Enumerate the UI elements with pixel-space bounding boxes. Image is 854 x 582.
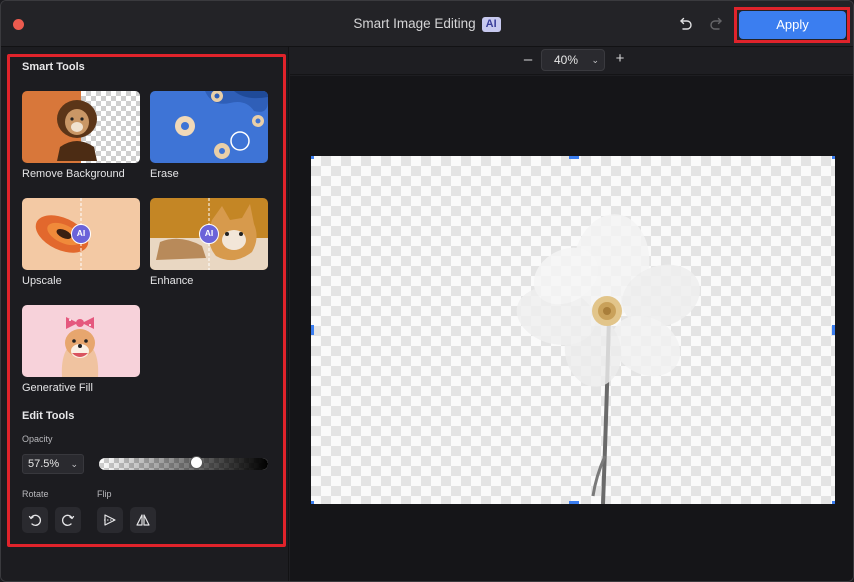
resize-handle-bottom-left[interactable]	[311, 501, 314, 504]
flower-image	[516, 214, 700, 504]
tool-remove-background[interactable]: Remove Background	[22, 91, 142, 180]
apply-button[interactable]: Apply	[739, 11, 846, 39]
chevron-down-icon: ⌄	[591, 55, 599, 65]
app-window: Smart Image Editing AI Apply Smart Tools	[0, 0, 854, 582]
ai-badge: AI	[481, 17, 501, 32]
flip-vertical-button[interactable]	[130, 507, 156, 533]
redo-button[interactable]	[707, 13, 727, 33]
upscale-thumbnail: AI	[22, 198, 140, 270]
tool-generative-fill[interactable]: Generative Fill	[22, 305, 142, 394]
flip-vertical-icon	[136, 514, 150, 526]
zoom-in-button[interactable]: +	[613, 50, 627, 67]
rotate-right-icon	[62, 514, 75, 526]
flip-horizontal-button[interactable]	[97, 507, 123, 533]
ai-badge-icon: AI	[199, 224, 219, 244]
resize-handle-bottom-right[interactable]	[832, 501, 835, 504]
flip-horizontal-icon	[104, 514, 116, 526]
zoom-out-button[interactable]: –	[521, 51, 535, 68]
remove-background-thumbnail	[22, 91, 140, 163]
undo-button[interactable]	[675, 13, 695, 33]
enhance-thumbnail: AI	[150, 198, 268, 270]
opacity-slider-handle[interactable]	[189, 456, 203, 469]
erase-thumbnail	[150, 91, 268, 163]
canvas-area	[290, 76, 853, 581]
rotate-left-button[interactable]	[22, 507, 48, 533]
edit-tools-title: Edit Tools	[22, 410, 75, 422]
window-title-text: Smart Image Editing	[353, 16, 476, 31]
image-canvas[interactable]	[311, 156, 835, 504]
tool-label: Enhance	[150, 275, 194, 287]
rotate-label: Rotate	[22, 489, 49, 499]
tool-label: Erase	[150, 168, 179, 180]
tool-label: Upscale	[22, 275, 62, 287]
tool-upscale[interactable]: AI Upscale	[22, 198, 142, 287]
tool-erase[interactable]: Erase	[150, 91, 270, 180]
sidebar: Smart Tools Remove Background Erase AI U…	[1, 47, 289, 581]
resize-handle-left[interactable]	[311, 325, 314, 335]
opacity-label: Opacity	[22, 434, 53, 444]
chevron-down-icon: ⌄	[70, 459, 78, 469]
flip-label: Flip	[97, 489, 112, 499]
resize-handle-right[interactable]	[832, 325, 835, 335]
rotate-right-button[interactable]	[55, 507, 81, 533]
resize-handle-top-right[interactable]	[832, 156, 835, 159]
opacity-select[interactable]: 57.5% ⌄	[22, 454, 84, 474]
ai-badge-icon: AI	[71, 224, 91, 244]
tool-label: Remove Background	[22, 168, 125, 180]
tool-enhance[interactable]: AI Enhance	[150, 198, 270, 287]
resize-handle-top-left[interactable]	[311, 156, 314, 159]
generative-fill-thumbnail	[22, 305, 140, 377]
zoom-toolbar: – 40% ⌄ +	[290, 47, 853, 75]
tool-label: Generative Fill	[22, 382, 93, 394]
resize-handle-bottom[interactable]	[569, 501, 579, 504]
opacity-value: 57.5%	[28, 458, 60, 470]
smart-tools-title: Smart Tools	[22, 61, 85, 73]
opacity-slider[interactable]	[99, 458, 268, 470]
zoom-value: 40%	[554, 53, 579, 67]
title-bar: Smart Image Editing AI Apply	[1, 1, 853, 47]
zoom-select[interactable]: 40% ⌄	[541, 49, 605, 71]
rotate-left-icon	[28, 514, 41, 526]
redo-icon	[710, 17, 722, 30]
resize-handle-top[interactable]	[569, 156, 579, 159]
undo-icon	[680, 17, 692, 30]
